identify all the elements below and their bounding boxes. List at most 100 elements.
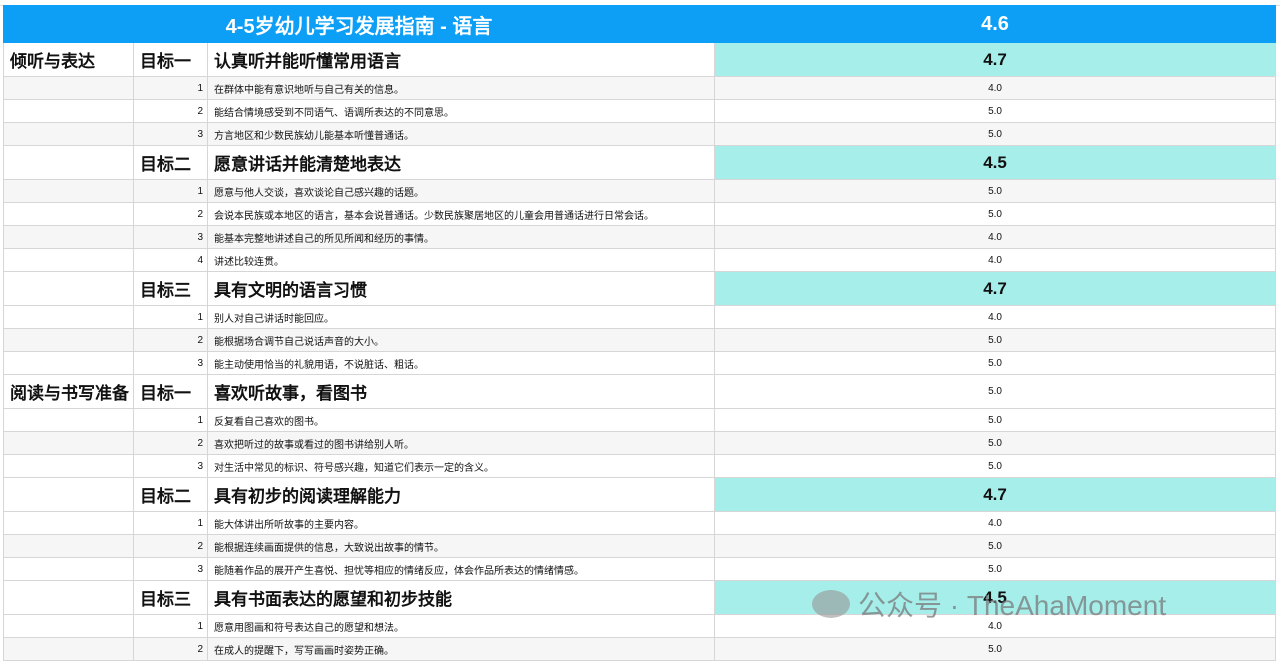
goal-row: 目标三 具有文明的语言习惯 4.7 xyxy=(3,271,1276,306)
item-text[interactable]: 愿意用图画和符号表达自己的愿望和想法。 xyxy=(206,614,716,638)
goal-title[interactable]: 具有文明的语言习惯 xyxy=(206,271,716,306)
item-text[interactable]: 在群体中能有意识地听与自己有关的信息。 xyxy=(206,76,716,100)
empty-cell[interactable] xyxy=(3,511,134,535)
item-number[interactable]: 1 xyxy=(133,511,208,535)
item-text[interactable]: 别人对自己讲话时能回应。 xyxy=(206,305,716,329)
goal-title[interactable]: 愿意讲话并能清楚地表达 xyxy=(206,145,716,180)
item-number[interactable]: 3 xyxy=(133,351,208,375)
goal-label[interactable]: 目标二 xyxy=(133,477,208,512)
item-text[interactable]: 能基本完整地讲述自己的所见所闻和经历的事情。 xyxy=(206,225,716,249)
item-row: 2 能根据连续画面提供的信息，大致说出故事的情节。 5.0 xyxy=(3,534,1276,558)
item-row: 1 在群体中能有意识地听与自己有关的信息。 4.0 xyxy=(3,76,1276,100)
section-name[interactable] xyxy=(3,477,134,512)
empty-cell[interactable] xyxy=(3,225,134,249)
item-number[interactable]: 1 xyxy=(133,179,208,203)
item-score[interactable]: 4.0 xyxy=(714,511,1276,535)
empty-cell[interactable] xyxy=(3,305,134,329)
item-text[interactable]: 会说本民族或本地区的语言，基本会说普通话。少数民族聚居地区的儿童会用普通话进行日… xyxy=(206,202,716,226)
goal-title[interactable]: 喜欢听故事，看图书 xyxy=(206,374,716,409)
empty-cell[interactable] xyxy=(3,431,134,455)
sheet-title[interactable]: 4-5岁幼儿学习发展指南 - 语言 xyxy=(2,5,716,43)
item-number[interactable]: 2 xyxy=(133,328,208,352)
goal-score[interactable]: 4.7 xyxy=(714,42,1276,77)
empty-cell[interactable] xyxy=(3,328,134,352)
section-name[interactable] xyxy=(3,271,134,306)
empty-cell[interactable] xyxy=(3,248,134,272)
item-text[interactable]: 能根据场合调节自己说话声音的大小。 xyxy=(206,328,716,352)
section-name[interactable]: 倾听与表达 xyxy=(3,42,134,77)
item-number[interactable]: 4 xyxy=(133,248,208,272)
item-score[interactable]: 5.0 xyxy=(714,431,1276,455)
empty-cell[interactable] xyxy=(3,351,134,375)
goal-score[interactable]: 5.0 xyxy=(714,374,1276,409)
goal-label[interactable]: 目标三 xyxy=(133,271,208,306)
empty-cell[interactable] xyxy=(3,557,134,581)
goal-label[interactable]: 目标二 xyxy=(133,145,208,180)
item-text[interactable]: 愿意与他人交谈，喜欢谈论自己感兴趣的话题。 xyxy=(206,179,716,203)
item-text[interactable]: 能根据连续画面提供的信息，大致说出故事的情节。 xyxy=(206,534,716,558)
item-number[interactable]: 3 xyxy=(133,454,208,478)
item-score[interactable]: 4.0 xyxy=(714,76,1276,100)
item-text[interactable]: 在成人的提醒下，写写画画时姿势正确。 xyxy=(206,637,716,661)
item-number[interactable]: 1 xyxy=(133,305,208,329)
goal-label[interactable]: 目标一 xyxy=(133,42,208,77)
item-text[interactable]: 方言地区和少数民族幼儿能基本听懂普通话。 xyxy=(206,122,716,146)
goal-label[interactable]: 目标三 xyxy=(133,580,208,615)
item-text[interactable]: 讲述比较连贯。 xyxy=(206,248,716,272)
item-score[interactable]: 5.0 xyxy=(714,202,1276,226)
goal-title[interactable]: 认真听并能听懂常用语言 xyxy=(206,42,716,77)
item-text[interactable]: 能随着作品的展开产生喜悦、担忧等相应的情绪反应，体会作品所表达的情绪情感。 xyxy=(206,557,716,581)
item-number[interactable]: 1 xyxy=(133,76,208,100)
item-number[interactable]: 2 xyxy=(133,637,208,661)
empty-cell[interactable] xyxy=(3,637,134,661)
goal-score[interactable]: 4.7 xyxy=(714,271,1276,306)
item-number[interactable]: 2 xyxy=(133,534,208,558)
item-score[interactable]: 5.0 xyxy=(714,557,1276,581)
goal-score[interactable]: 4.7 xyxy=(714,477,1276,512)
item-text[interactable]: 能结合情境感受到不同语气、语调所表达的不同意思。 xyxy=(206,99,716,123)
item-score[interactable]: 5.0 xyxy=(714,99,1276,123)
item-score[interactable]: 5.0 xyxy=(714,351,1276,375)
empty-cell[interactable] xyxy=(3,122,134,146)
empty-cell[interactable] xyxy=(3,179,134,203)
item-number[interactable]: 1 xyxy=(133,614,208,638)
item-row: 3 能随着作品的展开产生喜悦、担忧等相应的情绪反应，体会作品所表达的情绪情感。 5.… xyxy=(3,557,1276,581)
item-text[interactable]: 能大体讲出所听故事的主要内容。 xyxy=(206,511,716,535)
empty-cell[interactable] xyxy=(3,454,134,478)
goal-title[interactable]: 具有书面表达的愿望和初步技能 xyxy=(206,580,716,615)
item-score[interactable]: 5.0 xyxy=(714,122,1276,146)
empty-cell[interactable] xyxy=(3,76,134,100)
goal-label[interactable]: 目标一 xyxy=(133,374,208,409)
overall-score[interactable]: 4.6 xyxy=(714,5,1276,43)
item-score[interactable]: 4.0 xyxy=(714,225,1276,249)
item-text[interactable]: 对生活中常见的标识、符号感兴趣，知道它们表示一定的含义。 xyxy=(206,454,716,478)
item-score[interactable]: 5.0 xyxy=(714,328,1276,352)
item-score[interactable]: 4.0 xyxy=(714,305,1276,329)
item-score[interactable]: 5.0 xyxy=(714,637,1276,661)
section-name[interactable] xyxy=(3,580,134,615)
section-name[interactable] xyxy=(3,145,134,180)
item-score[interactable]: 5.0 xyxy=(714,179,1276,203)
item-number[interactable]: 1 xyxy=(133,408,208,432)
item-score[interactable]: 4.0 xyxy=(714,248,1276,272)
goal-title[interactable]: 具有初步的阅读理解能力 xyxy=(206,477,716,512)
item-number[interactable]: 3 xyxy=(133,225,208,249)
empty-cell[interactable] xyxy=(3,408,134,432)
item-text[interactable]: 喜欢把听过的故事或看过的图书讲给别人听。 xyxy=(206,431,716,455)
empty-cell[interactable] xyxy=(3,202,134,226)
item-text[interactable]: 反复看自己喜欢的图书。 xyxy=(206,408,716,432)
empty-cell[interactable] xyxy=(3,534,134,558)
section-name[interactable]: 阅读与书写准备 xyxy=(3,374,134,409)
item-number[interactable]: 3 xyxy=(133,122,208,146)
empty-cell[interactable] xyxy=(3,614,134,638)
empty-cell[interactable] xyxy=(3,99,134,123)
item-text[interactable]: 能主动使用恰当的礼貌用语，不说脏话、粗话。 xyxy=(206,351,716,375)
item-number[interactable]: 3 xyxy=(133,557,208,581)
item-score[interactable]: 5.0 xyxy=(714,454,1276,478)
item-score[interactable]: 5.0 xyxy=(714,534,1276,558)
item-number[interactable]: 2 xyxy=(133,99,208,123)
goal-score[interactable]: 4.5 xyxy=(714,145,1276,180)
item-number[interactable]: 2 xyxy=(133,431,208,455)
item-number[interactable]: 2 xyxy=(133,202,208,226)
item-score[interactable]: 5.0 xyxy=(714,408,1276,432)
